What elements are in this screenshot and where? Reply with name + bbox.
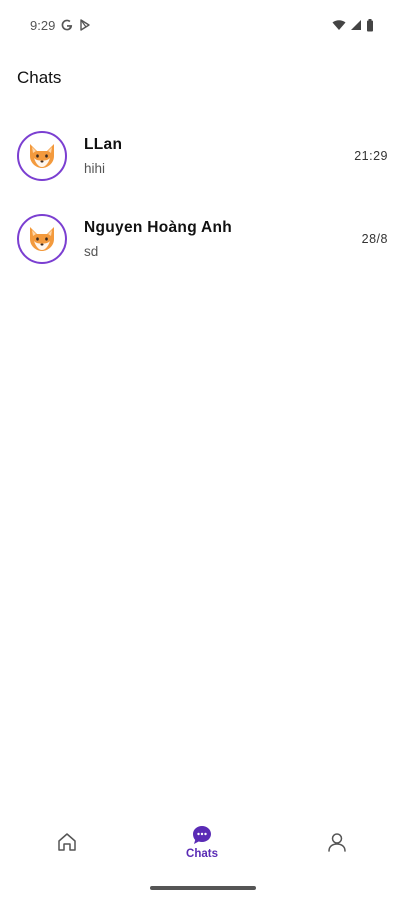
bottom-nav: Chats xyxy=(0,812,404,872)
status-right xyxy=(332,18,374,32)
chat-preview: sd xyxy=(84,243,99,259)
nav-chats-label: Chats xyxy=(186,848,218,860)
chat-time: 21:29 xyxy=(354,148,388,163)
nav-home[interactable] xyxy=(0,812,135,872)
profile-icon xyxy=(327,833,346,852)
nav-profile[interactable] xyxy=(269,812,404,872)
signal-icon xyxy=(350,19,362,31)
wifi-icon xyxy=(332,19,346,31)
fox-avatar-icon xyxy=(30,226,54,251)
fox-avatar-icon xyxy=(30,143,54,168)
chat-list-item[interactable]: Nguyen Hoàng Anh sd 28/8 xyxy=(0,197,404,280)
status-time: 9:29 xyxy=(30,17,56,33)
page-title: Chats xyxy=(17,68,62,87)
battery-icon xyxy=(366,18,374,32)
status-left: 9:29 xyxy=(30,18,91,33)
chats-screen: 9:29 Chats LLan hihi 21:29 Nguyen Hoàng … xyxy=(0,0,404,900)
google-g-icon xyxy=(61,19,73,31)
chat-list-item[interactable]: LLan hihi 21:29 xyxy=(0,114,404,197)
home-indicator[interactable] xyxy=(150,886,256,890)
nav-chats[interactable]: Chats xyxy=(135,812,270,872)
chat-bubble-icon xyxy=(193,826,211,844)
chat-time: 28/8 xyxy=(361,231,388,246)
status-bar: 9:29 xyxy=(0,0,404,50)
chat-text: Nguyen Hoàng Anh sd xyxy=(84,219,232,259)
chat-name: LLan xyxy=(84,135,123,153)
chat-name: Nguyen Hoàng Anh xyxy=(84,218,233,236)
chat-list: LLan hihi 21:29 Nguyen Hoàng Anh sd 28/8 xyxy=(0,114,404,280)
home-icon xyxy=(58,833,77,851)
chat-preview: hihi xyxy=(84,160,106,176)
chat-text: LLan hihi xyxy=(84,136,122,176)
avatar xyxy=(17,213,67,264)
avatar xyxy=(17,130,67,181)
play-store-icon xyxy=(79,19,91,31)
